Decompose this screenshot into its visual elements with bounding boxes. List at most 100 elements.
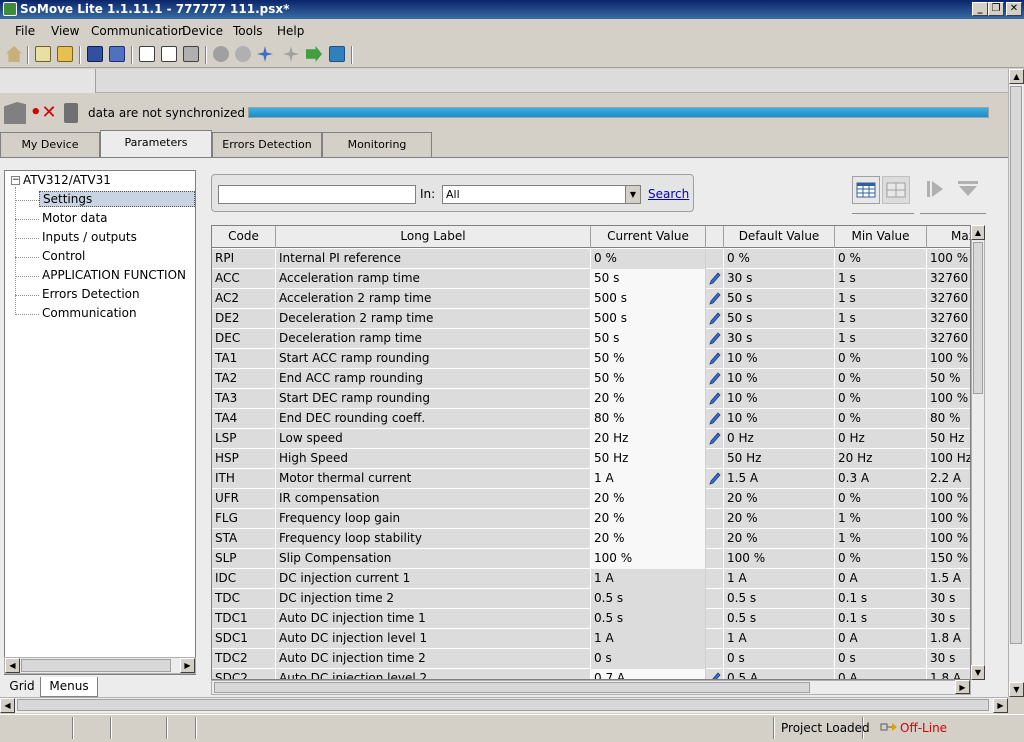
close-button[interactable]: ✕ [1006, 2, 1022, 16]
tab-menus[interactable]: Menus [40, 677, 98, 697]
disconnect-icon[interactable] [283, 46, 299, 62]
search-device-icon[interactable] [235, 46, 251, 62]
tab-my-device[interactable]: My Device [0, 132, 100, 158]
tree-item-errors-detection[interactable]: Errors Detection [42, 287, 140, 301]
window-horizontal-scrollbar[interactable]: ◀ ▶ [0, 697, 1008, 713]
table-row[interactable]: TA2 End ACC ramp rounding 50 % 10 % 0 % 50 % [212, 369, 970, 389]
tab-parameters[interactable]: Parameters [100, 130, 212, 158]
grid-vertical-scrollbar[interactable]: ▲ ▼ [971, 225, 985, 680]
print-preview-icon[interactable] [161, 46, 177, 62]
cell-current-value[interactable]: 500 s [591, 289, 706, 309]
cell-current-value[interactable]: 500 s [591, 309, 706, 329]
window-hscroll-thumb[interactable] [17, 699, 989, 711]
column-min-value[interactable]: Min Value [835, 226, 927, 248]
scroll-up-icon[interactable]: ▲ [971, 225, 985, 240]
cell-current-value[interactable]: 50 s [591, 329, 706, 349]
scroll-left-icon[interactable]: ◀ [5, 658, 20, 673]
table-row[interactable]: LSP Low speed 20 Hz 0 Hz 0 Hz 50 Hz [212, 429, 970, 449]
save-icon[interactable] [87, 46, 103, 62]
cell-current-value[interactable]: 20 % [591, 509, 706, 529]
search-link[interactable]: Search [648, 187, 689, 201]
workspace-tab[interactable] [0, 69, 96, 93]
table-row[interactable]: ITH Motor thermal current 1 A 1.5 A 0.3 A 2.2… [212, 469, 970, 489]
table-row[interactable]: STA Frequency loop stability 20 % 20 % 1 % 10… [212, 529, 970, 549]
scroll-right-icon[interactable]: ▶ [180, 658, 195, 673]
cell-current-value[interactable]: 50 % [591, 369, 706, 389]
load-from-device-icon[interactable] [329, 46, 345, 62]
table-row[interactable]: TDC1 Auto DC injection time 1 0.5 s 0.5 s 0.… [212, 609, 970, 629]
restore-button[interactable]: ❐ [988, 2, 1004, 16]
search-scope-select[interactable]: All ▼ [442, 185, 641, 204]
column-current-value[interactable]: Current Value [591, 226, 706, 248]
cell-current-value[interactable]: 80 % [591, 409, 706, 429]
column-long-label[interactable]: Long Label [276, 226, 591, 248]
table-row[interactable]: SDC1 Auto DC injection level 11 A1 A0 A 1.… [212, 629, 970, 649]
column-code[interactable]: Code [212, 226, 276, 248]
cell-current-value[interactable]: 20 % [591, 389, 706, 409]
window-vertical-scrollbar[interactable]: ▲ ▼ [1008, 69, 1024, 697]
tree-item-communication[interactable]: Communication [42, 306, 137, 320]
table-row[interactable]: FLG Frequency loop gain 20 % 20 % 1 % 100 % [212, 509, 970, 529]
menu-communication[interactable]: Communication [91, 24, 186, 38]
window-vscroll-thumb[interactable] [1010, 86, 1022, 644]
column-default-value[interactable]: Default Value [724, 226, 835, 248]
search-input[interactable] [218, 185, 416, 204]
grid-vscroll-thumb[interactable] [973, 242, 983, 394]
tile-view-button[interactable] [882, 176, 910, 204]
cell-current-value[interactable]: 50 Hz [591, 449, 706, 469]
cell-current-value[interactable]: 100 % [591, 549, 706, 569]
table-row[interactable]: TDC2 Auto DC injection time 20 s0 s0 s 30 … [212, 649, 970, 669]
stop-icon[interactable] [213, 46, 229, 62]
print-icon[interactable] [183, 46, 199, 62]
tree-item-control[interactable]: Control [42, 249, 85, 263]
menu-help[interactable]: Help [277, 24, 304, 38]
table-row[interactable]: TA1 Start ACC ramp rounding 50 % 10 % 0 % 100… [212, 349, 970, 369]
menu-device[interactable]: Device [182, 24, 223, 38]
document-icon[interactable] [139, 46, 155, 62]
new-project-icon[interactable] [35, 46, 51, 62]
table-row[interactable]: TA4 End DEC rounding coeff. 80 % 10 % 0 % 80 … [212, 409, 970, 429]
tree-horizontal-scrollbar[interactable]: ◀ ▶ [4, 657, 196, 674]
play-icon[interactable] [924, 178, 946, 200]
collapse-icon[interactable]: − [11, 176, 20, 185]
table-row[interactable]: TA3 Start DEC ramp rounding 20 % 10 % 0 % 100… [212, 389, 970, 409]
cell-current-value[interactable]: 20 % [591, 489, 706, 509]
scroll-left-icon[interactable]: ◀ [0, 698, 15, 713]
table-row[interactable]: IDC DC injection current 11 A1 A0 A 1.5 A [212, 569, 970, 589]
store-to-device-icon[interactable] [306, 46, 322, 62]
home-icon[interactable] [6, 46, 22, 62]
table-row[interactable]: ACC Acceleration ramp time 50 s 30 s1 s 3276… [212, 269, 970, 289]
scroll-up-icon[interactable]: ▲ [1009, 69, 1024, 84]
menu-tools[interactable]: Tools [233, 24, 263, 38]
cell-current-value[interactable]: 20 Hz [591, 429, 706, 449]
tab-grid[interactable]: Grid [4, 677, 40, 697]
connect-icon[interactable] [257, 46, 273, 62]
scroll-right-icon[interactable]: ▶ [955, 680, 970, 694]
column-max-value[interactable]: Max [927, 226, 970, 248]
open-folder-icon[interactable] [57, 46, 73, 62]
table-row[interactable]: TDC DC injection time 2 0.5 s 0.5 s 0.1 s 30 … [212, 589, 970, 609]
table-row[interactable]: DE2 Deceleration 2 ramp time 500 s 50 s1 s3… [212, 309, 970, 329]
dropdown-arrow-icon[interactable]: ▼ [625, 186, 640, 203]
table-row[interactable]: HSP High Speed 50 Hz 50 Hz 20 Hz 100 Hz [212, 449, 970, 469]
scroll-down-icon[interactable]: ▼ [971, 665, 985, 680]
tree-item-motor-data[interactable]: Motor data [42, 211, 108, 225]
menu-file[interactable]: File [15, 24, 35, 38]
cell-current-value[interactable]: 0.7 A [591, 669, 706, 679]
scroll-down-icon[interactable]: ▼ [1009, 682, 1024, 697]
table-row[interactable]: DEC Deceleration ramp time 50 s 30 s1 s 3276… [212, 329, 970, 349]
tree-root[interactable]: ATV312/ATV31 [23, 173, 111, 187]
cell-current-value[interactable]: 1 A [591, 469, 706, 489]
menu-view[interactable]: View [51, 24, 79, 38]
tree-item-application-function[interactable]: APPLICATION FUNCTION [42, 268, 186, 282]
tab-monitoring[interactable]: Monitoring [322, 132, 432, 158]
table-row[interactable]: SDC2 Auto DC injection level 2 0.7 A 0.5 A0… [212, 669, 970, 679]
tab-errors-detection[interactable]: Errors Detection [212, 132, 322, 158]
table-row[interactable]: UFR IR compensation 20 % 20 % 0 % 100 % [212, 489, 970, 509]
grid-view-button[interactable] [852, 176, 880, 204]
table-row[interactable]: RPI Internal PI reference 0 % 0 % 0 % 100 % [212, 249, 970, 269]
cell-current-value[interactable]: 20 % [591, 529, 706, 549]
expand-down-icon[interactable] [956, 178, 980, 200]
table-row[interactable]: AC2 Acceleration 2 ramp time 500 s 50 s1 s3… [212, 289, 970, 309]
cell-current-value[interactable]: 50 % [591, 349, 706, 369]
